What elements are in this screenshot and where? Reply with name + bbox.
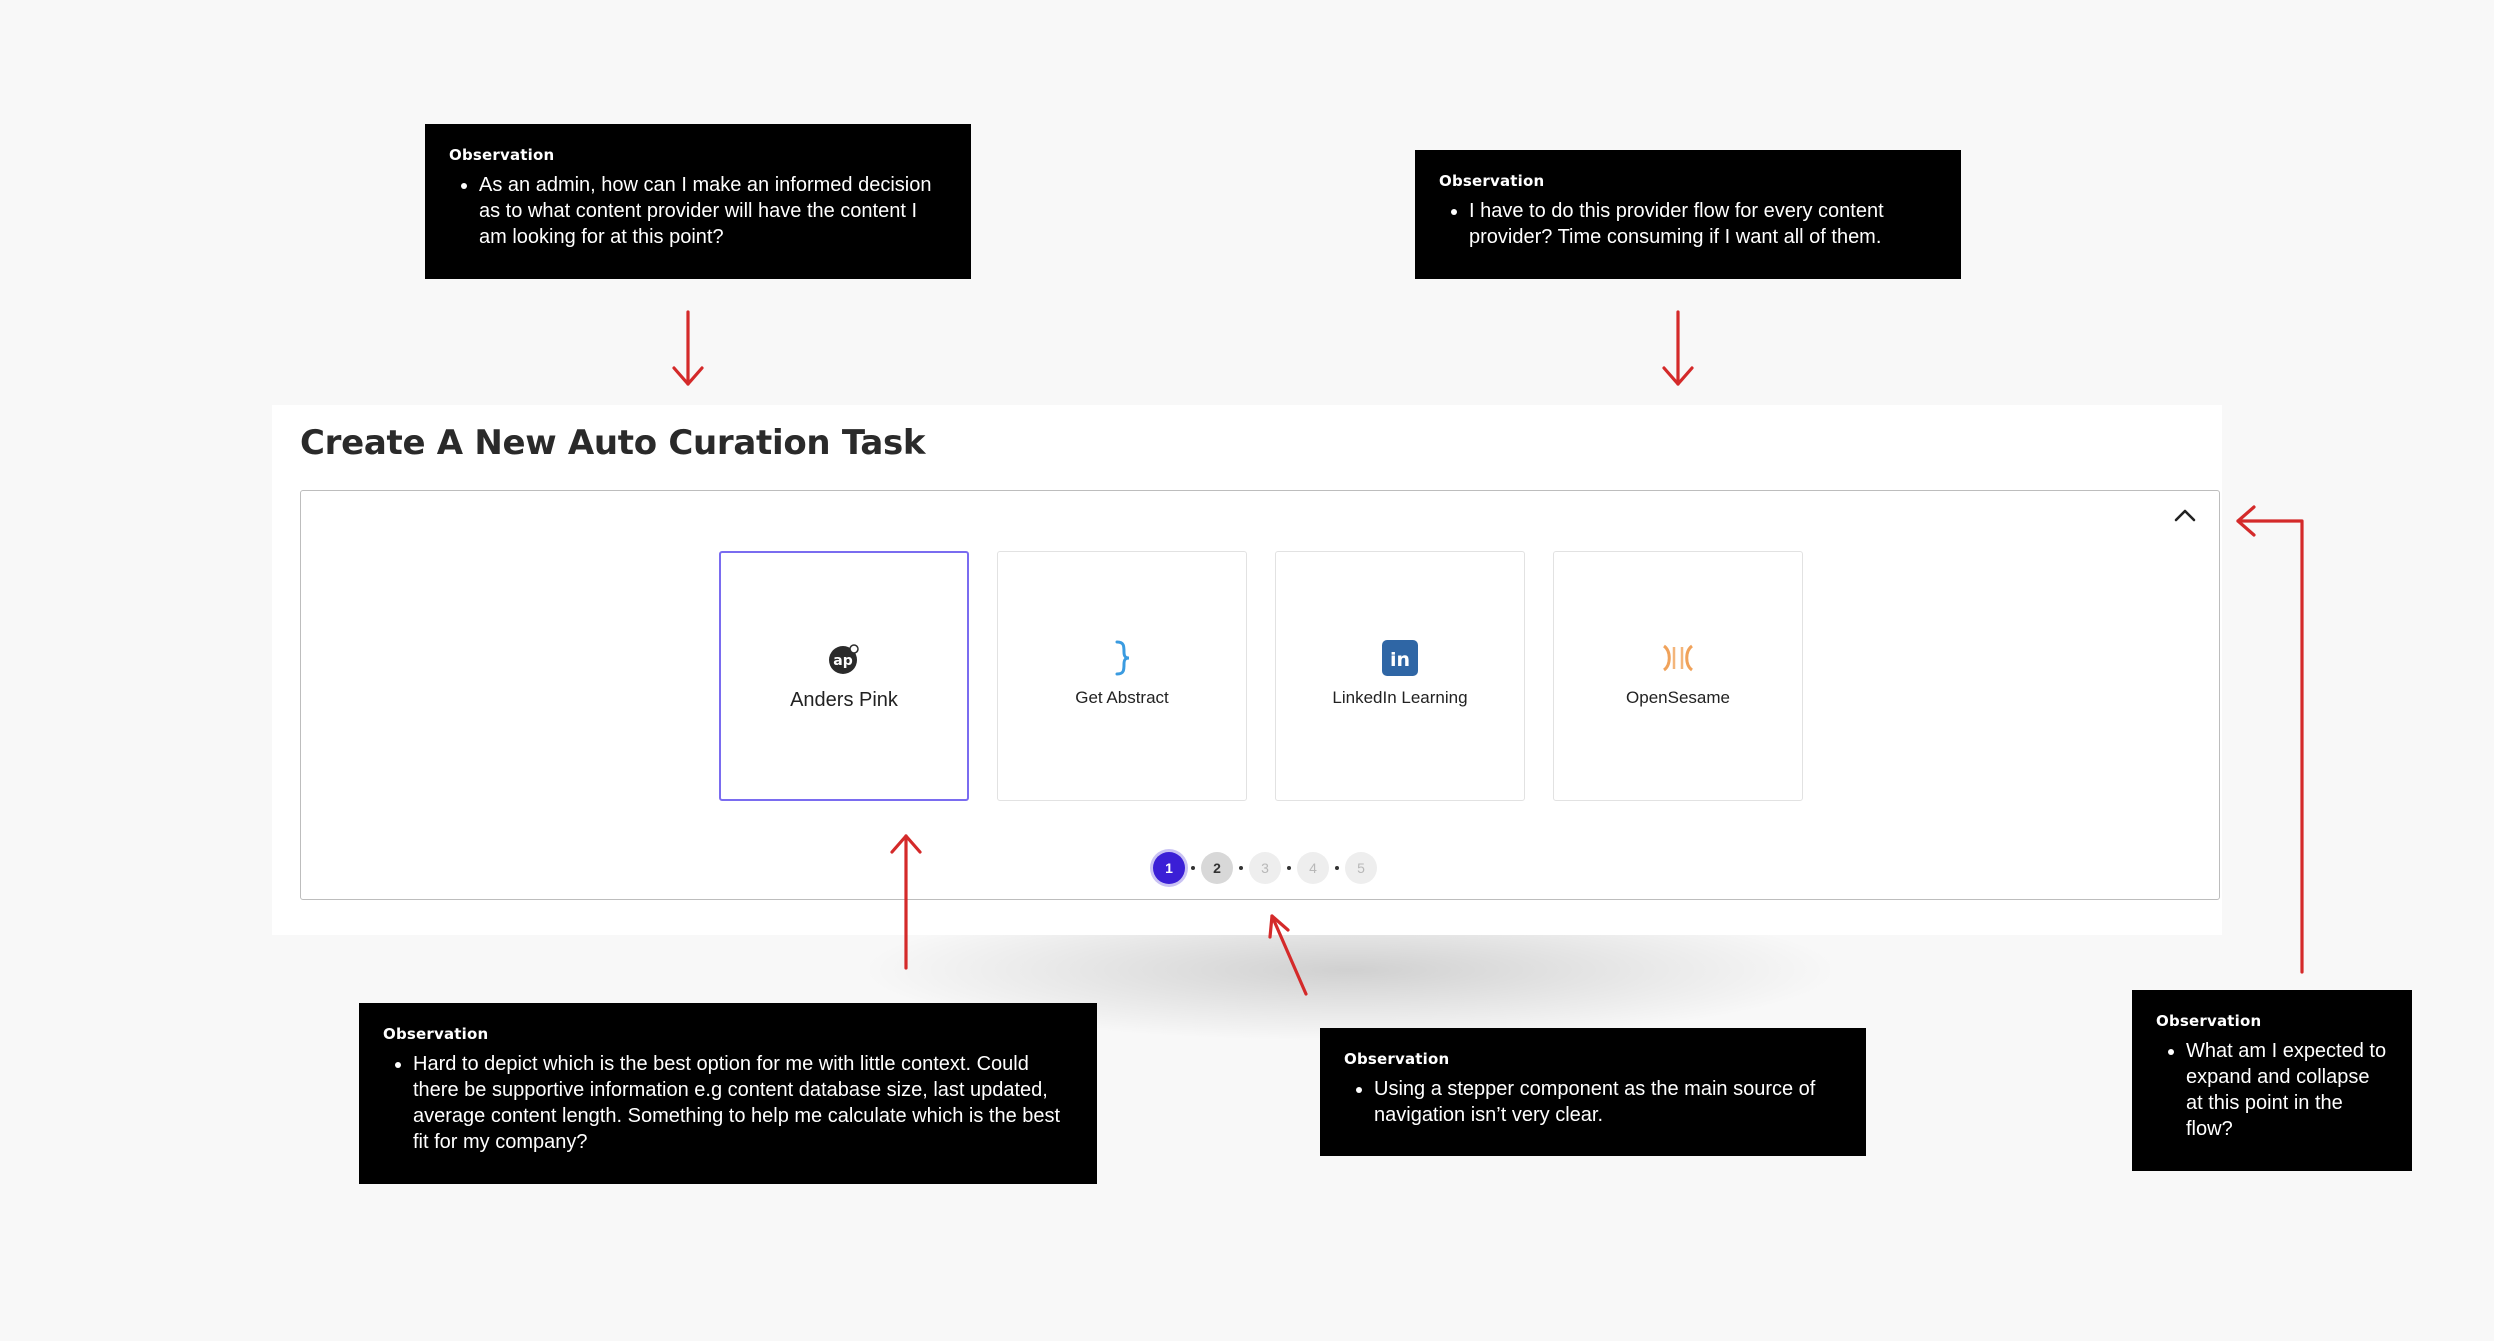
anders-pink-logo-text: ap (833, 653, 852, 669)
get-abstract-logo-icon (1104, 640, 1140, 676)
linkedin-logo-text: in (1390, 649, 1410, 671)
stepper-connector (1287, 866, 1291, 870)
stepper-connector (1335, 866, 1339, 870)
provider-card-opensesame[interactable]: OpenSesame (1553, 551, 1803, 801)
observation-note: Observation As an admin, how can I make … (425, 124, 971, 279)
stepper-step[interactable]: 5 (1345, 852, 1377, 884)
stepper-connector (1239, 866, 1243, 870)
stepper-step[interactable]: 4 (1297, 852, 1329, 884)
arrow-down-icon (1662, 310, 1694, 386)
provider-name: LinkedIn Learning (1332, 688, 1468, 707)
stepper-step[interactable]: 3 (1249, 852, 1281, 884)
observation-title: Observation (1344, 1050, 1450, 1068)
arrow-left-elbow-icon (2236, 505, 2304, 974)
collapse-button[interactable] (2167, 497, 2203, 533)
observation-title: Observation (449, 146, 555, 164)
observation-note: Observation I have to do this provider f… (1415, 150, 1961, 279)
provider-card-get-abstract[interactable]: Get Abstract (997, 551, 1247, 801)
provider-panel: ap Anders Pink Get Abstract in LinkedIn … (300, 490, 2220, 900)
create-task-modal: Create A New Auto Curation Task ap Ander… (272, 405, 2222, 935)
page-title: Create A New Auto Curation Task (300, 423, 926, 463)
observation-text: I have to do this provider flow for ever… (1469, 198, 1937, 250)
chevron-up-icon (2174, 509, 2196, 522)
opensesame-logo-icon (1660, 640, 1696, 676)
provider-name: Anders Pink (790, 689, 898, 711)
stepper-step[interactable]: 1 (1153, 852, 1185, 884)
observation-note: Observation Using a stepper component as… (1320, 1028, 1866, 1156)
anders-pink-logo-icon: ap (826, 641, 862, 677)
provider-card-linkedin-learning[interactable]: in LinkedIn Learning (1275, 551, 1525, 801)
stepper-connector (1191, 866, 1195, 870)
stepper: 1 2 3 4 5 (1153, 852, 1377, 884)
linkedin-logo-icon: in (1382, 640, 1418, 676)
provider-name: OpenSesame (1626, 688, 1730, 707)
observation-text: As an admin, how can I make an informed … (479, 172, 947, 250)
stepper-step[interactable]: 2 (1201, 852, 1233, 884)
provider-card-anders-pink[interactable]: ap Anders Pink (719, 551, 969, 801)
arrow-down-icon (672, 310, 704, 386)
observation-note: Observation What am I expected to expand… (2132, 990, 2412, 1171)
observation-text: Hard to depict which is the best option … (413, 1051, 1073, 1155)
observation-title: Observation (2156, 1012, 2262, 1030)
observation-title: Observation (1439, 172, 1545, 190)
provider-name: Get Abstract (1075, 688, 1169, 707)
observation-text: What am I expected to expand and collaps… (2186, 1038, 2388, 1142)
observation-text: Using a stepper component as the main so… (1374, 1076, 1842, 1128)
